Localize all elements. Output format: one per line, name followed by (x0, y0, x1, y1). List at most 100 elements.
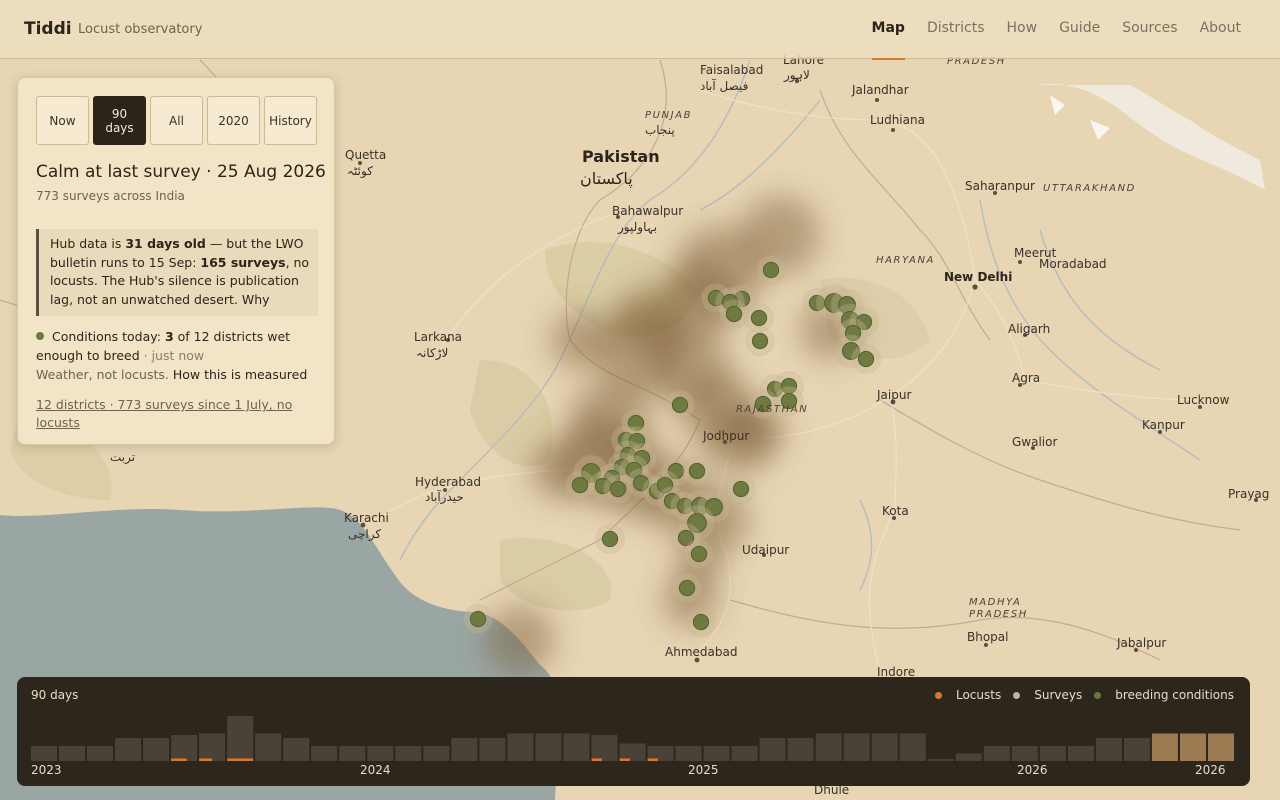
survey-point[interactable] (851, 344, 881, 374)
timeline-bar[interactable] (479, 738, 506, 761)
map-label: Larkana (414, 330, 463, 344)
timeline-bar[interactable] (423, 746, 450, 761)
map-label: Agra (1012, 371, 1041, 385)
timeline-bar[interactable] (1180, 733, 1206, 762)
timeline-bar[interactable] (1067, 746, 1094, 761)
timeline-bar[interactable] (759, 738, 786, 761)
timeline-bar[interactable] (535, 733, 562, 762)
timeline-bar[interactable] (563, 733, 590, 762)
timeline-bar[interactable] (787, 738, 814, 761)
how-measured-link[interactable]: How this is measured (173, 367, 307, 382)
timeline-bar[interactable] (1095, 738, 1122, 761)
timeline-bar[interactable] (227, 716, 254, 761)
map-label: پاکستان (580, 169, 633, 188)
timeline-bar[interactable] (59, 746, 85, 761)
range-tab-now[interactable]: Now (36, 96, 89, 145)
map-label: بہاولپور (618, 220, 658, 234)
timeline-bar[interactable] (1039, 746, 1066, 761)
timeline-bar[interactable] (199, 733, 226, 762)
timeline-bar[interactable] (451, 738, 478, 761)
range-tab-90-days[interactable]: 90 days (93, 96, 146, 145)
timeline-bar[interactable] (31, 746, 57, 761)
survey-point[interactable] (665, 390, 695, 420)
survey-point[interactable] (672, 573, 702, 603)
conditions-label: Conditions today: (52, 329, 165, 344)
timeline-bar[interactable] (395, 746, 422, 761)
timeline-bar[interactable] (983, 746, 1010, 761)
timeline-bar[interactable] (171, 735, 198, 761)
timeline-bar[interactable] (507, 733, 534, 762)
status-headline: Calm at last survey · 25 Aug 2026 (36, 162, 326, 182)
survey-point[interactable] (726, 474, 756, 504)
survey-point[interactable] (686, 607, 716, 637)
nav-map[interactable]: Map (871, 0, 906, 60)
map-label: Jodhpur (703, 429, 750, 443)
timeline-bar[interactable] (1123, 738, 1150, 761)
nav-districts[interactable]: Districts (927, 0, 985, 59)
density-blob (550, 310, 610, 370)
status-panel: Now 90 days All 2020 History Calm at las… (17, 77, 335, 445)
survey-point[interactable] (745, 326, 775, 356)
brand-logo[interactable]: Tiddi (24, 19, 72, 39)
map-label: Jabalpur (1117, 636, 1167, 650)
nav-guide[interactable]: Guide (1059, 0, 1100, 59)
conditions-dot-icon (36, 332, 44, 340)
nav-about[interactable]: About (1200, 0, 1241, 59)
survey-point[interactable] (565, 470, 595, 500)
timeline-bar[interactable] (367, 746, 394, 761)
map-label: Bahawalpur (612, 204, 684, 218)
timeline-bar[interactable] (619, 743, 646, 762)
survey-point[interactable] (756, 255, 786, 285)
map-label: Prayag (1228, 487, 1270, 501)
timeline-years: 2023 2024 2025 2026 2026 (31, 761, 1236, 779)
locusts-dot-icon (934, 691, 942, 699)
survey-point[interactable] (595, 524, 625, 554)
timeline-bar[interactable] (1208, 733, 1234, 762)
survey-point[interactable] (719, 299, 749, 329)
timeline-bar[interactable] (591, 735, 618, 761)
map-label: RAJASTHAN (736, 404, 809, 415)
legend-label: Locusts (955, 688, 1002, 702)
timeline-bar[interactable] (731, 746, 758, 761)
timeline-bar[interactable] (871, 733, 898, 762)
timeline-bar[interactable] (899, 733, 926, 762)
map-label: Saharanpur (965, 179, 1035, 193)
range-tab-2020[interactable]: 2020 (207, 96, 260, 145)
timeline-bar[interactable] (703, 746, 730, 761)
legend-label: breeding conditions (1115, 688, 1234, 702)
note-survey-count: 165 surveys (200, 254, 286, 270)
surveys-dot-icon (1013, 691, 1021, 699)
timeline-bar[interactable] (87, 746, 113, 761)
timeline-bar[interactable] (843, 733, 870, 762)
timeline-bar[interactable] (955, 753, 982, 762)
timeline-bar[interactable] (1151, 733, 1178, 762)
map-label: کراچی (348, 527, 382, 541)
top-bar: Tiddi Locust observatory Map Districts H… (0, 0, 1280, 60)
range-tab-all[interactable]: All (150, 96, 203, 145)
timeline-bar[interactable] (143, 738, 170, 761)
timeline-bar[interactable] (1011, 746, 1038, 761)
timeline-bar[interactable] (283, 738, 310, 761)
timeline-bars[interactable] (31, 709, 1236, 761)
timeline-title: 90 days (31, 688, 79, 702)
range-tab-history[interactable]: History (264, 96, 317, 145)
districts-summary-link[interactable]: 12 districts · 773 surveys since 1 July,… (36, 396, 296, 432)
timeline-bar[interactable] (675, 746, 702, 761)
survey-point[interactable] (463, 604, 493, 634)
map-label: لاہور (784, 68, 810, 82)
timeline-bar[interactable] (115, 738, 142, 761)
legend-breeding: breeding conditions (1094, 688, 1234, 702)
nav-how[interactable]: How (1007, 0, 1038, 59)
timeline-bar[interactable] (339, 746, 366, 761)
timeline-bar[interactable] (815, 733, 842, 762)
nav-sources[interactable]: Sources (1122, 0, 1177, 59)
map-label: Karachi (344, 511, 389, 525)
survey-point[interactable] (682, 456, 712, 486)
map-label: Lucknow (1177, 393, 1230, 407)
survey-point[interactable] (684, 539, 714, 569)
map-label: UTTARAKHAND (1043, 183, 1136, 194)
timeline-bar[interactable] (311, 746, 338, 761)
map-label: پنجاب (645, 123, 675, 137)
timeline-bar[interactable] (255, 733, 282, 762)
map-label: حیدرآباد (425, 490, 464, 504)
